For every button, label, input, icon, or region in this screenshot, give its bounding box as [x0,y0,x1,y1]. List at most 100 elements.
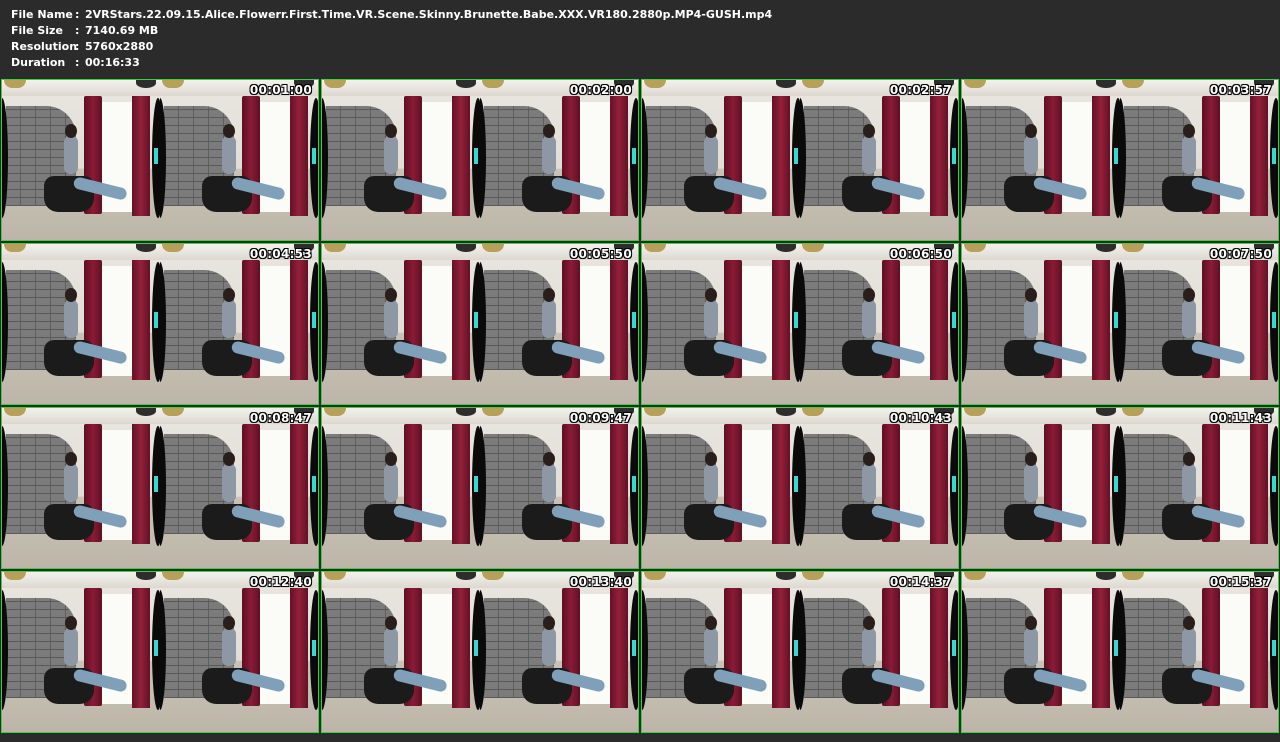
right-eye-frame [800,408,958,568]
figure [1024,464,1038,502]
curtain [132,260,150,380]
figure [222,464,236,502]
curtain [930,96,948,216]
figure [542,136,556,174]
thumbnail-timestamp: 00:04:53 [249,247,312,261]
thumbnail-frame[interactable]: 00:13:40 [321,571,639,733]
separator: : [75,8,80,21]
curtain [772,424,790,544]
curtain [290,96,308,216]
figure [862,136,876,174]
left-eye-frame [642,408,800,568]
figure [1183,616,1195,630]
curtain [930,260,948,380]
thumbnail-frame[interactable]: 00:14:37 [641,571,959,733]
figure [543,124,555,138]
watermark-logo [474,312,478,328]
curtain [452,424,470,544]
watermark-logo [794,640,798,656]
watermark-logo [474,148,478,164]
left-eye-frame [2,572,160,732]
curtain [1250,424,1268,544]
watermark-logo [952,312,956,328]
thumbnail-frame[interactable]: 00:01:00 [1,79,319,241]
thumbnail-timestamp: 00:08:47 [249,411,312,425]
thumbnail-timestamp: 00:05:50 [569,247,632,261]
thumbnail-timestamp: 00:09:47 [569,411,632,425]
curtain [132,96,150,216]
left-eye-frame [322,244,480,404]
figure [385,288,397,302]
watermark-logo [794,312,798,328]
figure [863,616,875,630]
watermark-logo [632,476,636,492]
thumbnail-frame[interactable]: 00:04:53 [1,243,319,405]
left-eye-frame [2,244,160,404]
watermark-logo [154,640,158,656]
left-eye-frame [962,408,1120,568]
figure [1182,136,1196,174]
thumbnail-timestamp: 00:02:57 [889,83,952,97]
figure [1024,300,1038,338]
separator: : [75,40,80,53]
figure [1183,288,1195,302]
watermark-logo [474,640,478,656]
right-eye-frame [160,80,318,240]
curtain [452,260,470,380]
thumbnail-frame[interactable]: 00:12:40 [1,571,319,733]
curtain [132,588,150,708]
figure [384,628,398,666]
thumbnail-frame[interactable]: 00:07:50 [961,243,1279,405]
thumbnail-frame[interactable]: 00:02:00 [321,79,639,241]
curtain [1250,260,1268,380]
thumbnail-frame[interactable]: 00:15:37 [961,571,1279,733]
watermark-logo [1272,640,1276,656]
figure [543,288,555,302]
thumbnail-frame[interactable]: 00:10:43 [641,407,959,569]
figure [704,628,718,666]
thumbnail-timestamp: 00:07:50 [1209,247,1272,261]
watermark-logo [1114,148,1118,164]
curtain [452,96,470,216]
curtain [452,588,470,708]
thumbnail-frame[interactable]: 00:06:50 [641,243,959,405]
curtain [1092,424,1110,544]
figure [704,136,718,174]
right-eye-frame [800,572,958,732]
figure [222,628,236,666]
file-name-label: File Name [11,8,73,21]
left-eye-frame [2,408,160,568]
thumbnail-frame[interactable]: 00:09:47 [321,407,639,569]
thumbnail-timestamp: 00:12:40 [249,575,312,589]
watermark-logo [154,476,158,492]
watermark-logo [1114,640,1118,656]
right-eye-frame [160,244,318,404]
watermark-logo [632,312,636,328]
left-eye-frame [962,80,1120,240]
left-eye-frame [962,572,1120,732]
figure [705,616,717,630]
figure [64,136,78,174]
right-eye-frame [160,408,318,568]
figure [862,628,876,666]
thumbnail-frame[interactable]: 00:11:43 [961,407,1279,569]
thumbnail-frame[interactable]: 00:08:47 [1,407,319,569]
figure [223,452,235,466]
figure [705,452,717,466]
figure [1182,464,1196,502]
thumbnail-frame[interactable]: 00:03:57 [961,79,1279,241]
thumbnail-frame[interactable]: 00:05:50 [321,243,639,405]
figure [863,124,875,138]
right-eye-frame [1120,244,1278,404]
duration-value: 00:16:33 [85,56,140,69]
watermark-logo [1272,312,1276,328]
figure [542,300,556,338]
figure [385,452,397,466]
right-eye-frame [480,408,638,568]
resolution-label: Resolution [11,40,78,53]
thumbnail-frame[interactable]: 00:02:57 [641,79,959,241]
figure [64,300,78,338]
figure [863,452,875,466]
separator: : [75,56,80,69]
figure [64,628,78,666]
